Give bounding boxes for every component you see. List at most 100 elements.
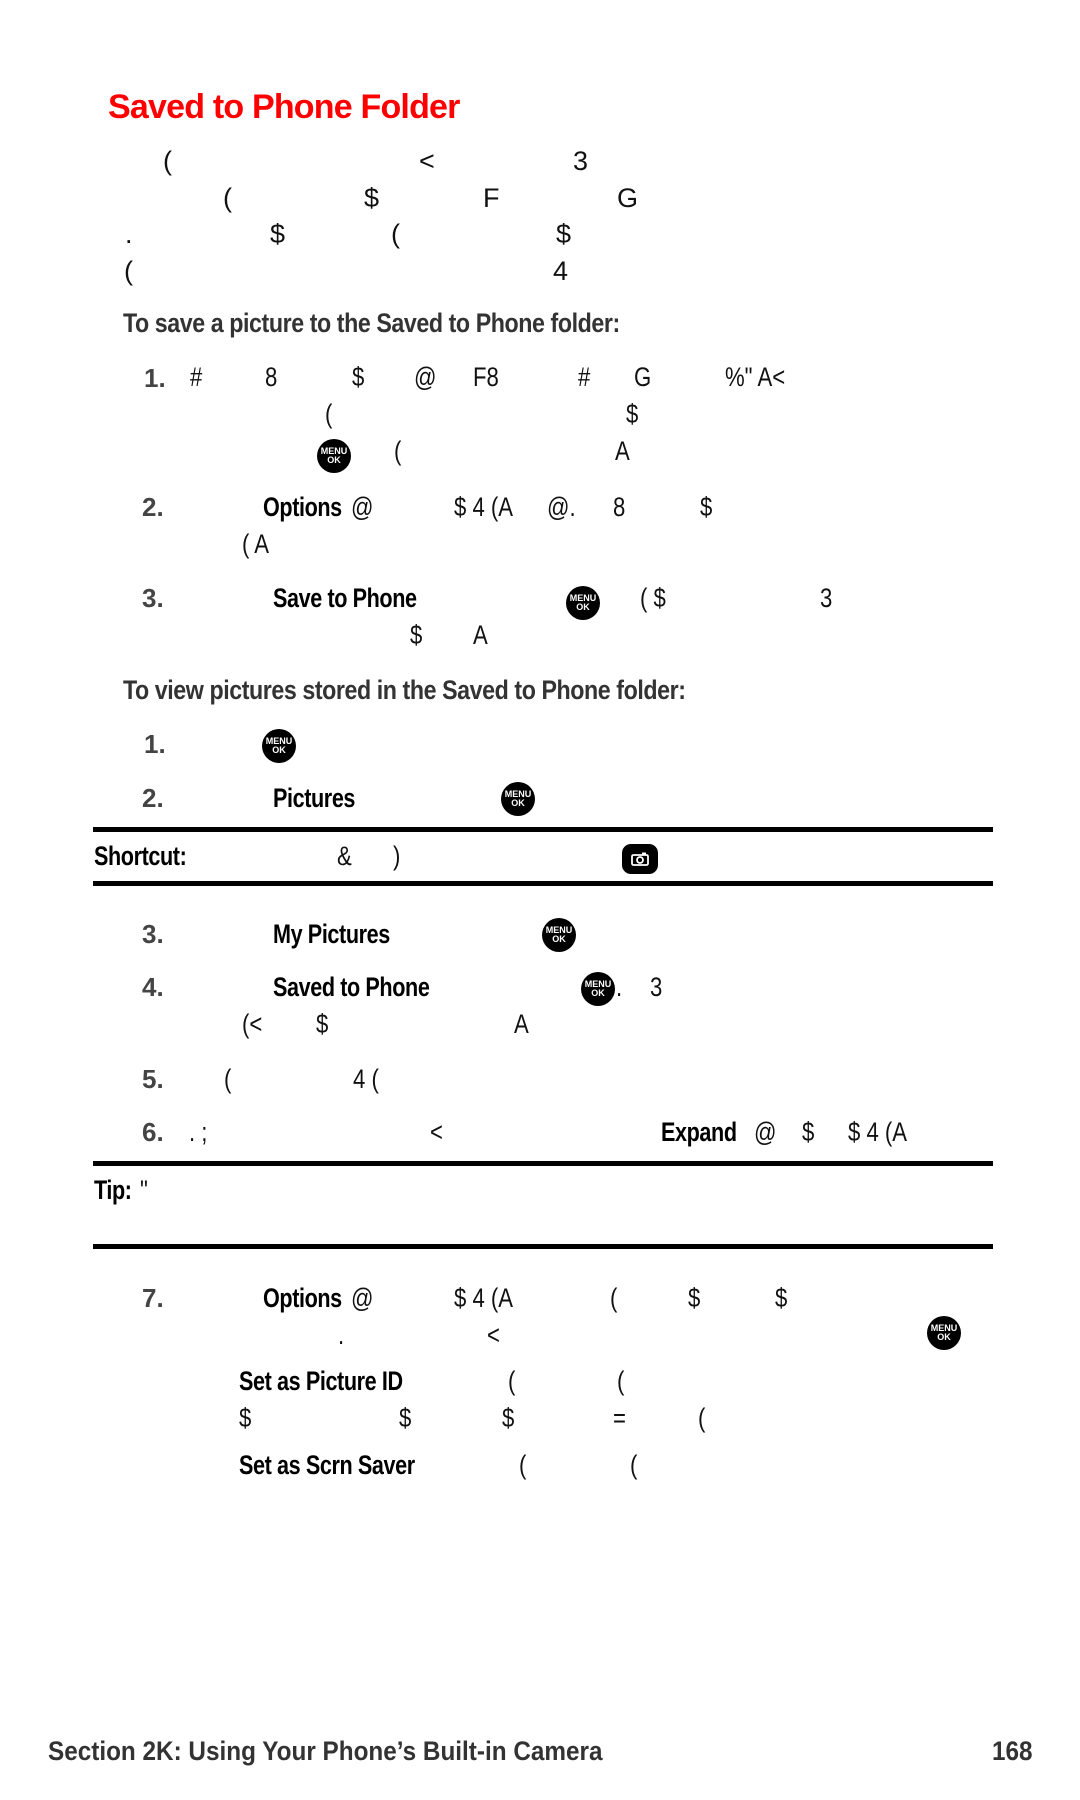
step-glyph: #	[578, 362, 591, 392]
step-glyph: ( A	[242, 529, 270, 559]
ok-label: OK	[591, 988, 605, 998]
step-number: 2.	[142, 492, 164, 522]
step-glyph: $	[775, 1283, 788, 1313]
step-glyph: .	[616, 972, 623, 1002]
step-glyph: $	[316, 1009, 329, 1039]
step-glyph: $	[352, 362, 365, 392]
step-glyph: (	[224, 1064, 232, 1094]
expand-label: Expand	[661, 1117, 737, 1147]
shortcut-glyph: &	[337, 841, 352, 871]
camera-key-icon	[622, 844, 658, 874]
save-to-phone-label: Save to Phone	[273, 583, 417, 613]
intro-glyph: 3	[573, 146, 589, 176]
step-glyph: (	[698, 1403, 706, 1433]
step-glyph: $ 4 (A	[454, 1283, 514, 1313]
ok-label: OK	[511, 798, 525, 808]
menu-ok-key-icon: MENU OK	[927, 1316, 961, 1350]
step-glyph: (<	[242, 1009, 263, 1039]
menu-ok-key-icon: MENU OK	[566, 586, 600, 620]
step-glyph: $	[802, 1117, 815, 1147]
step-glyph: .	[338, 1320, 345, 1350]
step-number: 7.	[142, 1283, 164, 1313]
step-glyph: @	[351, 492, 374, 522]
tip-label: Tip:	[94, 1175, 132, 1205]
shortcut-glyph: )	[393, 841, 401, 871]
intro-glyph: (	[223, 183, 232, 213]
step-glyph: @	[754, 1117, 777, 1147]
step-glyph: @.	[547, 492, 576, 522]
step-glyph: (	[508, 1366, 516, 1396]
step-glyph: $	[688, 1283, 701, 1313]
step-glyph: A	[514, 1009, 529, 1039]
menu-ok-key-icon: MENU OK	[262, 729, 296, 763]
menu-ok-key-icon: MENU OK	[501, 782, 535, 816]
intro-glyph: 4	[553, 256, 569, 286]
step-number: 1.	[144, 363, 166, 393]
intro-glyph: (	[124, 256, 133, 286]
step-glyph: A	[615, 436, 630, 466]
intro-glyph: G	[617, 183, 639, 213]
step-number: 1.	[144, 729, 166, 759]
my-pictures-label: My Pictures	[273, 919, 390, 949]
step-glyph: $ 4 (A	[454, 492, 514, 522]
step-glyph: 3	[820, 583, 833, 613]
step-glyph: $ 4 (A	[848, 1117, 908, 1147]
ok-label: OK	[327, 455, 341, 465]
shortcut-label: Shortcut:	[94, 841, 187, 871]
ok-label: OK	[552, 934, 566, 944]
step-glyph: A	[473, 620, 488, 650]
step-number: 3.	[142, 583, 164, 613]
intro-glyph: $	[556, 219, 572, 249]
section-heading-save: To save a picture to the Saved to Phone …	[123, 308, 620, 338]
intro-glyph: F	[483, 183, 500, 213]
step-glyph: $	[399, 1403, 412, 1433]
options-label: Options	[263, 492, 342, 522]
step-glyph: $	[502, 1403, 515, 1433]
ok-label: OK	[937, 1332, 951, 1342]
intro-glyph: <	[419, 146, 435, 176]
step-glyph: 4 (	[353, 1064, 379, 1094]
intro-glyph: (	[163, 146, 172, 176]
options-label: Options	[263, 1283, 342, 1313]
tip-glyph: "	[140, 1175, 148, 1205]
shortcut-top-rule	[93, 827, 993, 832]
step-glyph: <	[430, 1117, 443, 1147]
step-glyph: 3	[650, 972, 663, 1002]
intro-glyph: $	[364, 183, 380, 213]
step-glyph: @	[414, 362, 437, 392]
step-glyph: %" A<	[725, 362, 786, 392]
intro-glyph: (	[391, 219, 400, 249]
step-number: 6.	[142, 1117, 164, 1147]
intro-glyph: $	[270, 219, 286, 249]
menu-ok-key-icon: MENU OK	[317, 439, 351, 473]
menu-ok-key-icon: MENU OK	[581, 972, 615, 1006]
step-glyph: $	[410, 620, 423, 650]
step-number: 5.	[142, 1064, 164, 1094]
page-number: 168	[992, 1736, 1033, 1766]
step-glyph: ( $	[640, 583, 666, 613]
step-glyph: . ;	[189, 1117, 208, 1147]
section-heading-view: To view pictures stored in the Saved to …	[123, 675, 686, 705]
pictures-label: Pictures	[273, 783, 356, 813]
step-glyph: (	[617, 1366, 625, 1396]
set-as-picture-id-label: Set as Picture ID	[239, 1366, 403, 1396]
step-glyph: 8	[613, 492, 626, 522]
step-glyph: F8	[473, 362, 499, 392]
step-number: 2.	[142, 783, 164, 813]
ok-label: OK	[576, 602, 590, 612]
step-glyph: #	[190, 362, 203, 392]
step-glyph: (	[519, 1450, 527, 1480]
step-glyph: $	[239, 1403, 252, 1433]
step-glyph: G	[634, 362, 652, 392]
shortcut-bottom-rule	[93, 881, 993, 886]
ok-label: OK	[272, 745, 286, 755]
intro-glyph: .	[125, 219, 133, 249]
step-glyph: @	[351, 1283, 374, 1313]
step-glyph: (	[630, 1450, 638, 1480]
step-glyph: <	[487, 1320, 500, 1350]
page-title: Saved to Phone Folder	[108, 88, 460, 126]
tip-top-rule	[93, 1161, 993, 1166]
step-glyph: $	[700, 492, 713, 522]
set-as-scrn-saver-label: Set as Scrn Saver	[239, 1450, 415, 1480]
step-glyph: 8	[265, 362, 278, 392]
